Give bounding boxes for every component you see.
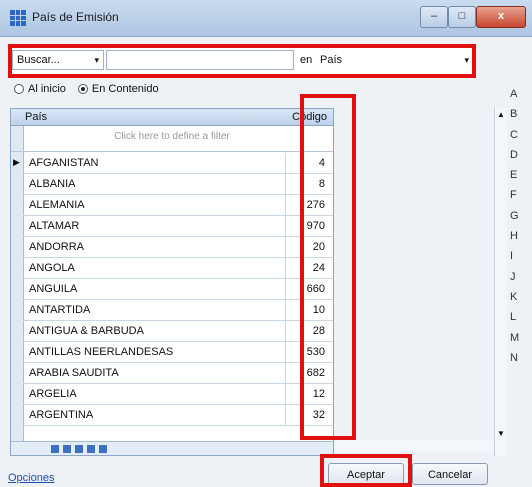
table-row[interactable]: ARGELIA 12	[23, 384, 333, 405]
alpha-letter[interactable]: L	[510, 311, 532, 331]
search-mode-dropdown[interactable]: Buscar... ▾	[12, 50, 104, 70]
alpha-letter[interactable]: E	[510, 169, 532, 189]
cell-codigo: 530	[306, 346, 325, 358]
cell-codigo: 12	[312, 388, 325, 400]
cell-pais: ANDORRA	[29, 241, 85, 253]
cell-codigo: 10	[312, 304, 325, 316]
table-row[interactable]: ANTIGUA & BARBUDA 28	[23, 321, 333, 342]
radio-at-start-label: Al inicio	[28, 83, 66, 95]
search-mode-value: Buscar...	[17, 54, 60, 66]
alpha-letter[interactable]: N	[510, 352, 532, 372]
table-row[interactable]: ARGENTINA 32	[23, 405, 333, 426]
close-button[interactable]: x	[476, 6, 526, 28]
alpha-letter[interactable]: K	[510, 291, 532, 311]
cell-codigo: 20	[312, 241, 325, 253]
cell-pais: ANTARTIDA	[29, 304, 91, 316]
cell-codigo: 32	[312, 409, 325, 421]
cell-pais: AFGANISTAN	[29, 157, 99, 169]
cell-pais: ARGELIA	[29, 388, 77, 400]
grid-navigator	[11, 441, 333, 455]
table-row[interactable]: ANTARTIDA 10	[23, 300, 333, 321]
alpha-letter[interactable]: J	[510, 271, 532, 291]
app-grid-icon	[10, 10, 26, 26]
table-row[interactable]: ARABIA SAUDITA 682	[23, 363, 333, 384]
nav-prev-icon[interactable]	[63, 445, 71, 453]
radio-at-start[interactable]: Al inicio	[14, 83, 66, 95]
chevron-down-icon: ▾	[94, 55, 99, 65]
alpha-letter[interactable]: I	[510, 250, 532, 270]
table-row[interactable]: ANGOLA 24	[23, 258, 333, 279]
nav-first-icon[interactable]	[51, 445, 59, 453]
cell-pais: ALEMANIA	[29, 199, 85, 211]
cell-codigo: 660	[306, 283, 325, 295]
options-link[interactable]: Opciones	[8, 472, 54, 484]
cell-codigo: 970	[306, 220, 325, 232]
horizontal-scrollbar[interactable]	[336, 440, 494, 452]
alpha-letter[interactable]: C	[510, 129, 532, 149]
radio-in-content[interactable]: En Contenido	[77, 83, 159, 95]
table-row[interactable]: ANDORRA 20	[23, 237, 333, 258]
minimize-button[interactable]: –	[420, 6, 448, 28]
alpha-letter[interactable]: A	[510, 88, 532, 108]
country-grid: País Código Click here to define a filte…	[10, 108, 334, 456]
alpha-letter[interactable]: G	[510, 210, 532, 230]
cell-pais: ANGUILA	[29, 283, 78, 295]
radio-in-content-label: En Contenido	[91, 83, 159, 95]
vertical-scrollbar[interactable]: ▲ ▼	[494, 108, 507, 456]
maximize-button[interactable]: □	[448, 6, 476, 28]
cell-codigo: 24	[312, 262, 325, 274]
search-field-value: País	[320, 54, 343, 66]
cell-pais: ARABIA SAUDITA	[29, 367, 119, 379]
column-header-pais[interactable]: País	[25, 111, 47, 123]
cell-pais: ANTILLAS NEERLANDESAS	[29, 346, 174, 358]
chevron-down-icon: ▾	[464, 55, 469, 65]
cell-pais: ANTIGUA & BARBUDA	[29, 325, 144, 337]
down-arrow-icon[interactable]: ▼	[497, 429, 505, 438]
table-row[interactable]: ALTAMAR 970	[23, 216, 333, 237]
grid-header: País Código	[11, 109, 333, 126]
cell-codigo: 8	[318, 178, 325, 190]
nav-last-icon[interactable]	[87, 445, 95, 453]
table-row[interactable]: ALBANIA 8	[23, 174, 333, 195]
cell-pais: ALTAMAR	[29, 220, 80, 232]
filter-row[interactable]: Click here to define a filter	[11, 125, 333, 152]
window-title: País de Emisión	[32, 10, 119, 24]
accept-button[interactable]: Aceptar	[328, 463, 404, 485]
cell-pais: ALBANIA	[29, 178, 76, 190]
alpha-letter[interactable]: D	[510, 149, 532, 169]
filter-placeholder: Click here to define a filter	[114, 131, 230, 142]
up-arrow-icon[interactable]: ▲	[497, 110, 505, 119]
cell-pais: ANGOLA	[29, 262, 75, 274]
radio-circle[interactable]	[14, 84, 24, 94]
nav-next-icon[interactable]	[75, 445, 83, 453]
search-input[interactable]	[106, 50, 294, 70]
table-row[interactable]: ANTILLAS NEERLANDESAS 530	[23, 342, 333, 363]
grid-rows: AFGANISTAN 4 ALBANIA 8 ALEMANIA 276 ALTAMAR…	[23, 153, 333, 426]
alpha-letter[interactable]: B	[510, 108, 532, 128]
current-row-indicator-icon: ▶	[13, 157, 20, 167]
title-bar[interactable]: País de Emisión – □ x	[0, 0, 532, 37]
column-header-codigo[interactable]: Código	[292, 111, 327, 123]
alphabet-index: A B C D E F G H I J K L M N	[510, 88, 532, 372]
table-row[interactable]: AFGANISTAN 4	[23, 153, 333, 174]
nav-add-icon[interactable]	[99, 445, 107, 453]
in-label: en	[300, 54, 313, 66]
cell-codigo: 4	[318, 157, 325, 169]
alpha-letter[interactable]: M	[510, 332, 532, 352]
cancel-button[interactable]: Cancelar	[412, 463, 488, 485]
cell-pais: ARGENTINA	[29, 409, 94, 421]
alpha-letter[interactable]: F	[510, 189, 532, 209]
dialog-window: País de Emisión – □ x Buscar... ▾ en Paí…	[0, 0, 532, 487]
cell-codigo: 276	[306, 199, 325, 211]
search-field-dropdown[interactable]: País ▾	[316, 50, 471, 70]
table-row[interactable]: ANGUILA 660	[23, 279, 333, 300]
alpha-letter[interactable]: H	[510, 230, 532, 250]
cell-codigo: 28	[312, 325, 325, 337]
cell-codigo: 682	[306, 367, 325, 379]
search-options: Al inicio En Contenido	[14, 82, 159, 96]
radio-circle-selected[interactable]	[77, 84, 88, 94]
table-row[interactable]: ALEMANIA 276	[23, 195, 333, 216]
